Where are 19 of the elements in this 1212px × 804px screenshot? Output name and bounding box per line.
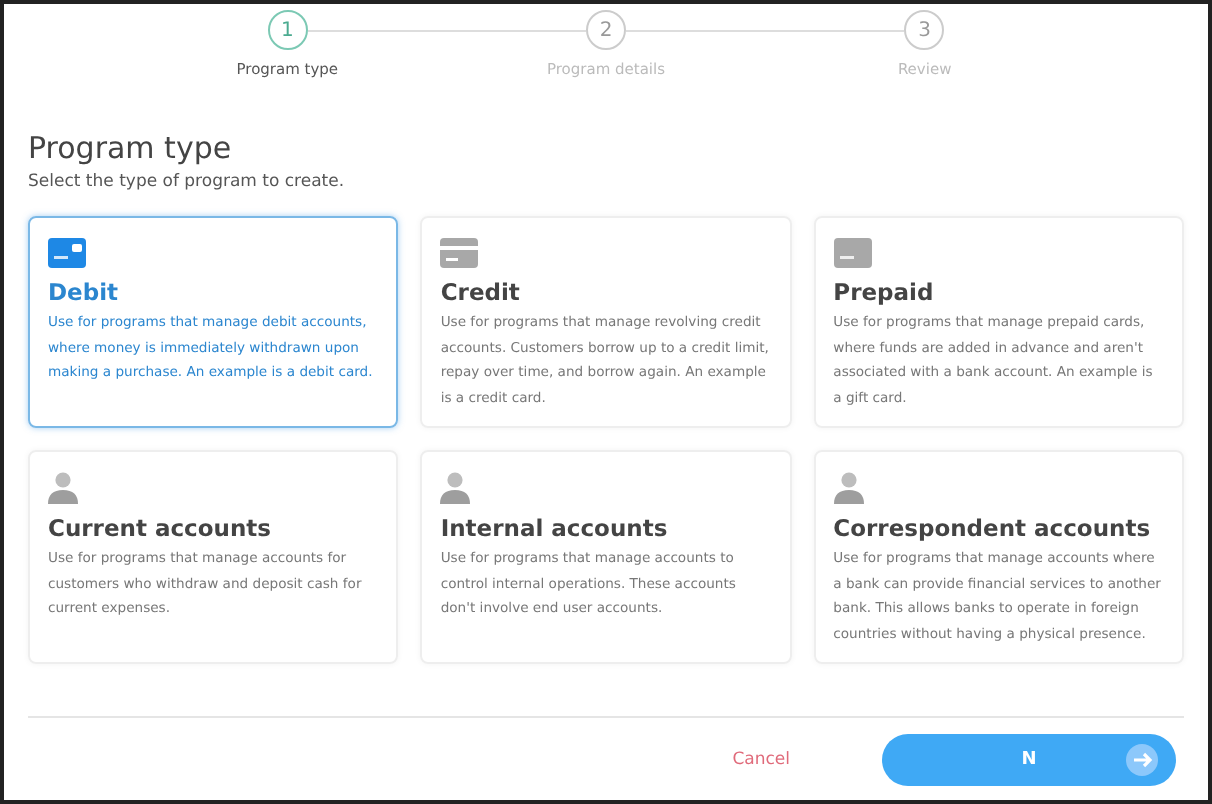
program-type-card[interactable] <box>813 450 1184 664</box>
card-icon <box>833 238 872 268</box>
card-icon <box>48 238 86 268</box>
card-title: Correspondent accounts <box>833 514 1151 542</box>
person-icon <box>833 472 864 504</box>
card-title: Prepaid <box>833 278 934 306</box>
person-icon <box>440 472 471 504</box>
page-subheading: Select the type of program to create. <box>28 172 347 192</box>
card-title: Debit <box>48 278 119 306</box>
step-number: 3 <box>904 10 945 50</box>
page-heading: Program type <box>28 130 234 166</box>
step-number: 1 <box>267 10 308 50</box>
card-title: Credit <box>440 278 520 306</box>
card-title: Current accounts <box>48 514 271 542</box>
person-icon <box>48 472 78 504</box>
card-icon <box>440 238 479 268</box>
step-number: 2 <box>586 10 626 50</box>
card-title: Internal accounts <box>440 514 668 542</box>
arrow-right-icon <box>1126 744 1158 776</box>
